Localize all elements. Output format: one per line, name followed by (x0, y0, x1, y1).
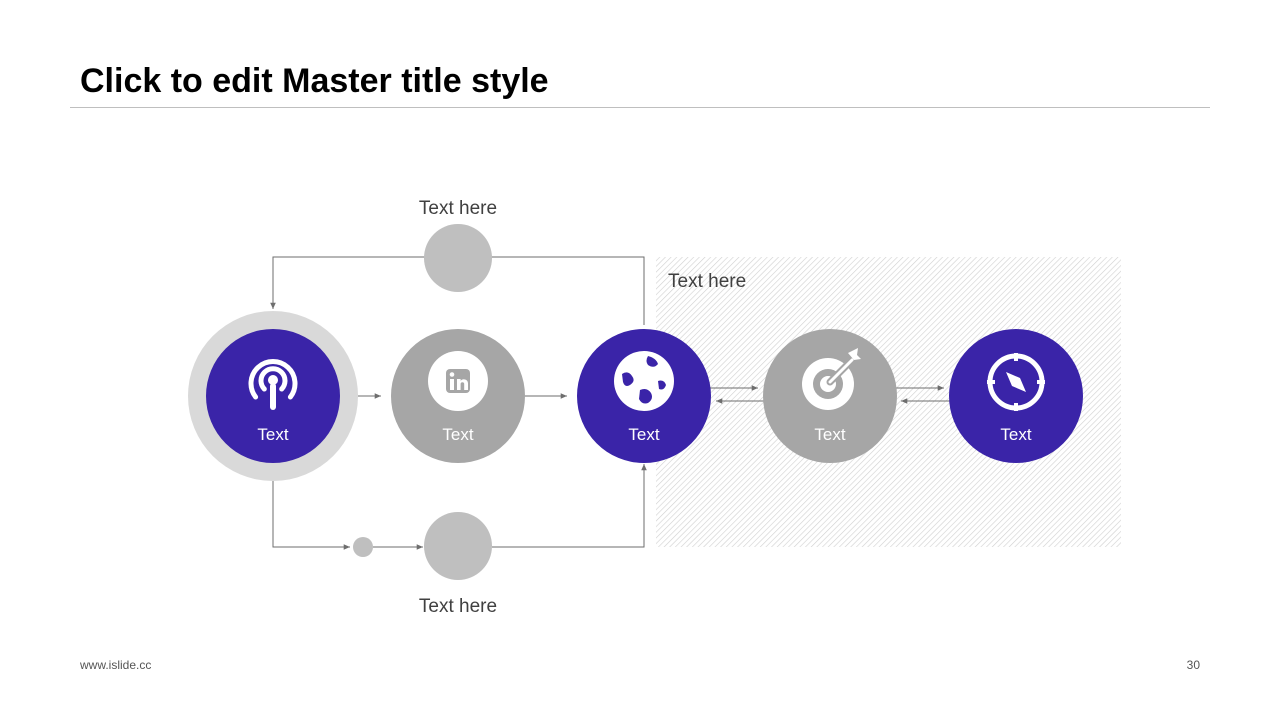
node-4-label: Text (814, 425, 845, 444)
bottom-label[interactable]: Text here (419, 596, 497, 617)
node-2-label: Text (442, 425, 473, 444)
bottom-connector-c (492, 464, 647, 548)
small-dot (353, 537, 373, 557)
bottom-connector-a (272, 481, 350, 550)
node-3[interactable]: Text (577, 329, 711, 463)
node-2[interactable]: Text (391, 329, 525, 463)
top-circle (424, 224, 492, 292)
node-1-label: Text (257, 425, 288, 444)
region-label[interactable]: Text here (668, 271, 746, 292)
node-5[interactable]: Text (949, 329, 1083, 463)
bottom-circle (424, 512, 492, 580)
node-1[interactable]: Text (188, 311, 358, 481)
linkedin-icon (428, 351, 488, 411)
process-diagram: Text here Text here Text here Text Text … (188, 198, 1121, 617)
top-label[interactable]: Text here (419, 198, 497, 219)
node-4[interactable]: Text (763, 329, 897, 463)
page-number: 30 (1186, 658, 1200, 672)
node-3-label: Text (628, 425, 659, 444)
footer-url: www.islide.cc (80, 658, 152, 672)
globe-icon (614, 351, 674, 411)
node-5-label: Text (1000, 425, 1031, 444)
